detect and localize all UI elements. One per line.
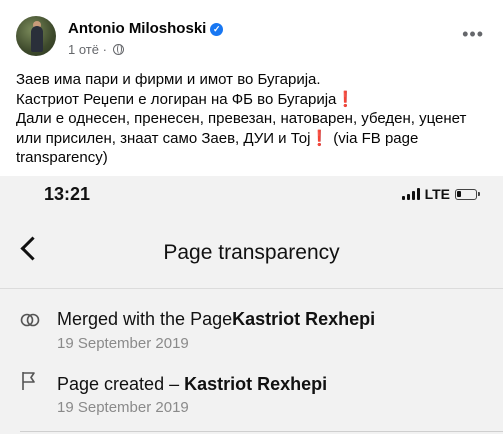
merged-row-date: 19 September 2019 (57, 335, 189, 352)
merged-row-label: Merged with the Page (57, 309, 233, 329)
flag-icon (22, 372, 35, 390)
merged-row-page[interactable]: Kastriot Rexhepi (232, 309, 375, 329)
post-line-text: Кастриот Реџепи е логиран на ФБ во Бугар… (16, 90, 337, 108)
post-line: Заев има пари и фирми и имот во Бугарија… (16, 70, 492, 90)
more-options-icon[interactable]: ••• (462, 24, 484, 44)
created-row-date: 19 September 2019 (57, 399, 189, 416)
post-line-text: Заев има пари и фирми и имот во Бугарија… (16, 71, 321, 88)
author-name[interactable]: Antonio Miloshoski ✓ (68, 20, 224, 37)
globe-icon (112, 44, 124, 55)
avatar[interactable] (16, 16, 56, 56)
status-bar-right: LTE (401, 186, 480, 202)
created-row-page[interactable]: Kastriot Rexhepi (184, 374, 327, 394)
page-title: Page transparency (163, 241, 340, 264)
created-row-title: Page created – Kastriot Rexhepi (57, 374, 327, 395)
status-time: 13:21 (44, 184, 91, 204)
post-line-text: (via FB page (333, 129, 419, 147)
signal-icon (401, 188, 420, 200)
post-time[interactable]: 1 отё (68, 42, 99, 57)
post-text: Заев има пари и фирми и имот во Бугарија… (16, 70, 492, 168)
post-line-text: Дали е однесен, пренесен, превезан, нато… (16, 110, 467, 127)
battery-icon (455, 188, 480, 200)
post-line: или присилен, знаат само Заев, ДУИ и Тој… (16, 129, 492, 149)
verified-badge-icon: ✓ (210, 23, 224, 36)
merge-icon (20, 313, 40, 327)
avatar-figure (31, 26, 43, 52)
post-line-text: transparency) (16, 149, 108, 166)
author-name-text[interactable]: Antonio Miloshoski (68, 20, 206, 37)
created-row-label: Page created – (57, 374, 185, 394)
embedded-screenshot[interactable]: 13:21 LTE Page transparency Merged with … (0, 176, 503, 434)
exclamation-icon: ❗ (310, 129, 330, 147)
divider (20, 431, 503, 432)
post-meta: 1 отё · (68, 42, 124, 57)
post-header: Antonio Miloshoski ✓ 1 отё · ••• (16, 16, 488, 60)
merged-row-title: Merged with the PageKastriot Rexhepi (57, 309, 375, 330)
divider (0, 288, 503, 289)
post-line-text: или присилен, знаат само Заев, ДУИ и Тој (16, 129, 311, 147)
exclamation-icon: ❗ (336, 90, 356, 108)
post-line: Кастриот Реџепи е логиран на ФБ во Бугар… (16, 90, 492, 110)
network-label: LTE (424, 186, 450, 202)
post-line: Дали е однесен, пренесен, превезан, нато… (16, 109, 492, 129)
post-line: transparency) (16, 148, 492, 168)
